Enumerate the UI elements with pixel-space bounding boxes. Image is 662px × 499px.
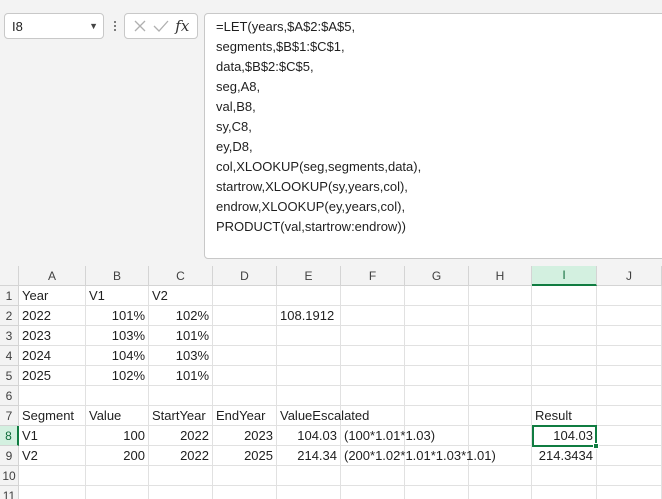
- cell-b3[interactable]: 103%: [86, 326, 149, 346]
- formula-line: segments,$B$1:$C$1,: [216, 39, 345, 54]
- column-header-g[interactable]: G: [405, 266, 469, 286]
- row-header-6[interactable]: 6: [0, 386, 19, 406]
- column-header-b[interactable]: B: [86, 266, 149, 286]
- row-header-8[interactable]: 8: [0, 426, 19, 446]
- gridline: [596, 286, 597, 499]
- cell-a8[interactable]: V1: [19, 426, 38, 446]
- cell-b9[interactable]: 200: [86, 446, 149, 466]
- cell-b1[interactable]: V1: [86, 286, 105, 306]
- row-header-11[interactable]: 11: [0, 486, 19, 499]
- gridline: [404, 286, 405, 499]
- enter-icon[interactable]: [151, 16, 171, 36]
- cell-a9[interactable]: V2: [19, 446, 38, 466]
- row-header-9[interactable]: 9: [0, 446, 19, 466]
- cell-a4[interactable]: 2024: [19, 346, 51, 366]
- cell-e8[interactable]: 104.03: [277, 426, 341, 446]
- cell-d7[interactable]: EndYear: [213, 406, 265, 426]
- column-header-h[interactable]: H: [469, 266, 532, 286]
- formula-line: startrow,XLOOKUP(sy,years,col),: [216, 179, 408, 194]
- cell-b8[interactable]: 100: [86, 426, 149, 446]
- cell-c8[interactable]: 2022: [149, 426, 213, 446]
- cell-e7[interactable]: ValueEscalated: [277, 406, 369, 426]
- formula-line: sy,C8,: [216, 119, 252, 134]
- column-header-e[interactable]: E: [277, 266, 341, 286]
- cell-a3[interactable]: 2023: [19, 326, 51, 346]
- row-header-5[interactable]: 5: [0, 366, 19, 386]
- cell-b5[interactable]: 102%: [86, 366, 149, 386]
- column-header-d[interactable]: D: [213, 266, 277, 286]
- cell-c7[interactable]: StartYear: [149, 406, 206, 426]
- formula-bar-area: I8 ▼ fx =LET(years,$A$2:$A$5, segments,$B…: [0, 0, 662, 266]
- cell-a7[interactable]: Segment: [19, 406, 74, 426]
- formula-line: data,$B$2:$C$5,: [216, 59, 314, 74]
- gridline: [19, 485, 662, 486]
- cell-d8[interactable]: 2023: [213, 426, 277, 446]
- name-box-value: I8: [12, 18, 23, 34]
- chevron-down-icon[interactable]: ▼: [89, 21, 98, 31]
- cell-c4[interactable]: 103%: [149, 346, 213, 366]
- cell-a1[interactable]: Year: [19, 286, 48, 306]
- cell-f8[interactable]: (100*1.01*1.03): [341, 426, 435, 446]
- cell-a2[interactable]: 2022: [19, 306, 51, 326]
- cell-d9[interactable]: 2025: [213, 446, 277, 466]
- formula-line: ey,D8,: [216, 139, 253, 154]
- cell-c1[interactable]: V2: [149, 286, 168, 306]
- column-header-f[interactable]: F: [341, 266, 405, 286]
- cell-i9[interactable]: 214.3434: [532, 446, 597, 466]
- cell-i7[interactable]: Result: [532, 406, 572, 426]
- insert-function-button[interactable]: fx: [172, 16, 192, 36]
- cell-e2[interactable]: 108.1912: [277, 306, 334, 326]
- formula-buttons: fx: [124, 13, 198, 39]
- row-header-10[interactable]: 10: [0, 466, 19, 486]
- formula-line: val,B8,: [216, 99, 256, 114]
- cell-e9[interactable]: 214.34: [277, 446, 341, 466]
- formula-line: seg,A8,: [216, 79, 261, 94]
- formula-line: endrow,XLOOKUP(ey,years,col),: [216, 199, 406, 214]
- row-header-7[interactable]: 7: [0, 406, 19, 426]
- cell-b4[interactable]: 104%: [86, 346, 149, 366]
- gridline: [468, 286, 469, 499]
- column-header-c[interactable]: C: [149, 266, 213, 286]
- formula-line: PRODUCT(val,startrow:endrow)): [216, 219, 406, 234]
- column-header-a[interactable]: A: [19, 266, 86, 286]
- gridline: [531, 286, 532, 499]
- cancel-icon[interactable]: [130, 16, 150, 36]
- worksheet-grid: A B C D E F G H I J 1 2 3 4 5 6 7 8 9 10 11 Year V1 V2 2022 101% 1…: [0, 266, 662, 499]
- gridline: [340, 286, 341, 499]
- row-header-1[interactable]: 1: [0, 286, 19, 306]
- fill-handle[interactable]: [593, 443, 599, 449]
- active-cell-border: [532, 425, 597, 447]
- row-header-4[interactable]: 4: [0, 346, 19, 366]
- formula-line: =LET(years,$A$2:$A$5,: [216, 19, 356, 34]
- cell-b2[interactable]: 101%: [86, 306, 149, 326]
- cell-b7[interactable]: Value: [86, 406, 121, 426]
- row-header-2[interactable]: 2: [0, 306, 19, 326]
- formula-input[interactable]: =LET(years,$A$2:$A$5, segments,$B$1:$C$1,…: [204, 13, 662, 259]
- cell-c5[interactable]: 101%: [149, 366, 213, 386]
- cell-c3[interactable]: 101%: [149, 326, 213, 346]
- cell-c9[interactable]: 2022: [149, 446, 213, 466]
- more-options-icon[interactable]: [110, 14, 120, 38]
- formula-line: col,XLOOKUP(seg,segments,data),: [216, 159, 422, 174]
- column-header-i[interactable]: I: [532, 266, 597, 286]
- name-box[interactable]: I8 ▼: [4, 13, 104, 39]
- row-header-3[interactable]: 3: [0, 326, 19, 346]
- select-all-corner[interactable]: [0, 266, 19, 286]
- column-header-j[interactable]: J: [597, 266, 662, 286]
- cell-a5[interactable]: 2025: [19, 366, 51, 386]
- cell-c2[interactable]: 102%: [149, 306, 213, 326]
- cell-f9[interactable]: (200*1.02*1.01*1.03*1.01): [341, 446, 496, 466]
